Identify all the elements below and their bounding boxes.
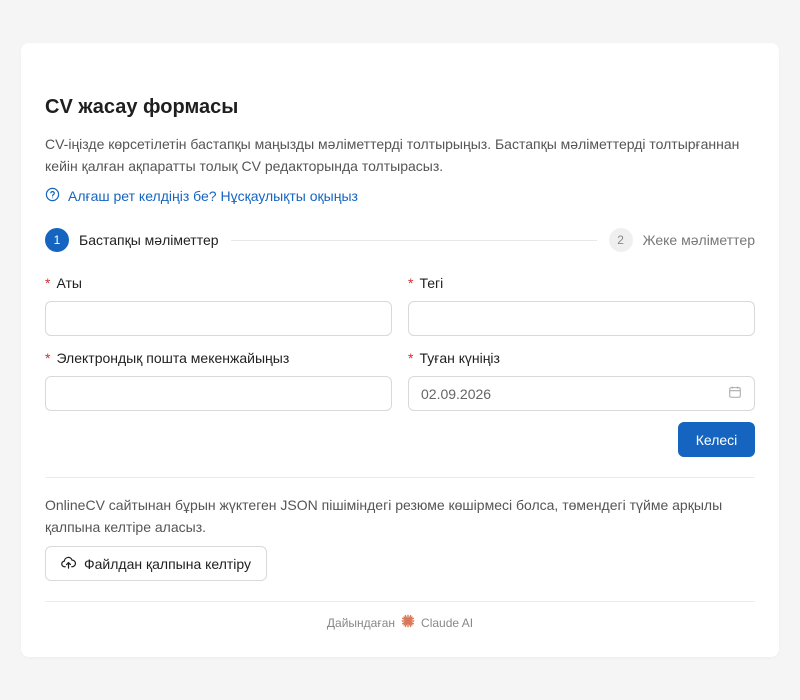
footer-prefix: Дайындаған [326,615,396,630]
last-name-input[interactable] [408,301,755,336]
step-basic-info[interactable]: 1 Бастапқы мәліметтер [45,228,219,252]
page-title: CV жасау формасы [45,96,239,118]
cloud-upload-icon [61,555,76,573]
section-divider [45,477,755,478]
last-name-field: * Тегі [408,275,755,336]
first-name-label: * Аты [45,275,82,291]
help-link-text: Алғаш рет келдіңіз бе? Нұсқаулықты оқыңы… [68,188,358,204]
email-input[interactable] [45,376,392,411]
footer-brand: Claude AI [421,615,474,630]
first-name-field: * Аты [45,275,392,336]
first-name-input[interactable] [45,301,392,336]
next-button[interactable]: Келесі [678,422,755,457]
question-circle-icon [45,187,60,205]
birth-date-value: 02.09.2026 [421,385,492,402]
email-label: * Электрондық пошта мекенжайыңыз [45,350,290,366]
cv-form-card: CV жасау формасы CV-іңізде көрсетілетін … [21,43,779,657]
email-field: * Электрондық пошта мекенжайыңыз [45,350,392,411]
last-name-label: * Тегі [408,275,444,291]
step-connector [230,239,597,241]
step-label: Жеке мәліметтер [642,232,755,248]
footer-divider [45,601,755,602]
step-label: Бастапқы мәліметтер [79,232,219,248]
restore-button-label: Файлдан қалпына келтіру [84,555,252,572]
birth-date-label: * Туған күніңіз [408,350,500,366]
birth-date-field: * Туған күніңіз 02.09.2026 [408,350,755,411]
birth-date-input[interactable]: 02.09.2026 [408,376,755,411]
step-number: 1 [45,228,69,252]
required-mark: * [408,275,414,291]
calendar-icon[interactable] [728,385,742,402]
restore-description: OnlineCV сайтынан бұрын жүктеген JSON пі… [45,497,723,535]
required-mark: * [45,350,51,366]
footer: Дайындаған Claude AI [45,614,755,631]
help-guide-link[interactable]: Алғаш рет келдіңіз бе? Нұсқаулықты оқыңы… [45,187,358,205]
required-mark: * [408,350,414,366]
stepper: 1 Бастапқы мәліметтер 2 Жеке мәліметтер [45,228,755,252]
restore-from-file-button[interactable]: Файлдан қалпына келтіру [45,546,268,581]
form-description: CV-іңізде көрсетілетін бастапқы маңызды … [45,136,740,174]
claude-spark-icon [401,614,415,631]
required-mark: * [45,275,51,291]
step-number: 2 [608,228,633,252]
step-personal-info[interactable]: 2 Жеке мәліметтер [608,228,755,252]
